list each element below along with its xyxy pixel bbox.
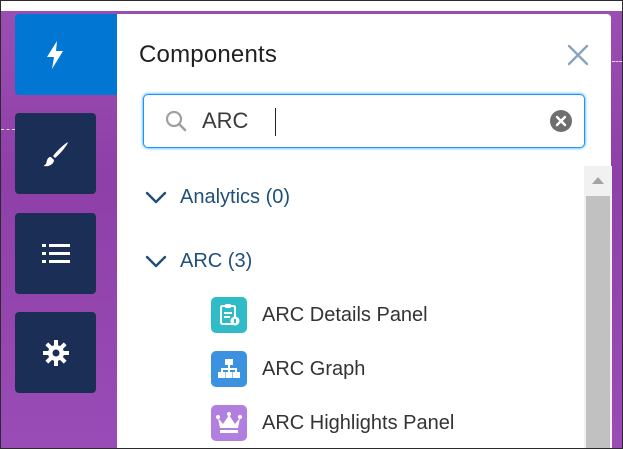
clear-icon — [550, 110, 572, 132]
chevron-down-icon — [145, 255, 167, 267]
search-icon — [165, 110, 187, 137]
close-button[interactable] — [564, 41, 592, 69]
component-arc-highlights-panel[interactable]: ARC Highlights Panel — [211, 405, 454, 441]
rail-components-button[interactable] — [15, 14, 117, 95]
lightning-icon — [47, 40, 63, 69]
canvas-guide-line-right — [612, 61, 622, 62]
crown-icon — [211, 405, 247, 441]
triangle-up-icon — [592, 177, 604, 184]
hierarchy-icon — [211, 351, 247, 387]
brush-icon — [43, 141, 68, 166]
component-arc-graph[interactable]: ARC Graph — [211, 351, 365, 387]
scrollbar[interactable] — [584, 166, 612, 448]
chevron-down-icon — [145, 191, 167, 203]
details-panel-icon — [211, 297, 247, 333]
component-label: ARC Details Panel — [262, 303, 428, 326]
gear-icon — [42, 339, 69, 366]
list-icon — [41, 243, 70, 263]
rail-theme-button[interactable] — [15, 113, 96, 194]
app-frame: Components ARC Analytics (0) ARC (3) ARC… — [0, 0, 623, 449]
component-label: ARC Graph — [262, 357, 366, 380]
components-panel: Components ARC Analytics (0) ARC (3) ARC… — [117, 14, 611, 448]
rail-list-button[interactable] — [15, 213, 96, 294]
scrollbar-thumb[interactable] — [586, 196, 610, 448]
component-arc-details-panel[interactable]: ARC Details Panel — [211, 297, 428, 333]
scroll-up-button[interactable] — [584, 166, 612, 194]
clear-search-button[interactable] — [549, 109, 573, 133]
group-arc[interactable]: ARC (3) — [145, 250, 252, 273]
canvas-guide-line — [1, 129, 15, 130]
group-label: Analytics (0) — [180, 186, 291, 208]
rail-settings-button[interactable] — [15, 312, 96, 393]
canvas-top-strip — [1, 1, 622, 11]
search-box — [143, 94, 585, 148]
group-analytics[interactable]: Analytics (0) — [145, 186, 290, 209]
text-caret — [275, 108, 276, 136]
close-icon — [567, 44, 589, 66]
panel-title: Components — [139, 41, 278, 68]
component-label: ARC Highlights Panel — [262, 411, 455, 434]
group-label: ARC (3) — [180, 250, 253, 272]
search-input[interactable] — [202, 104, 532, 138]
